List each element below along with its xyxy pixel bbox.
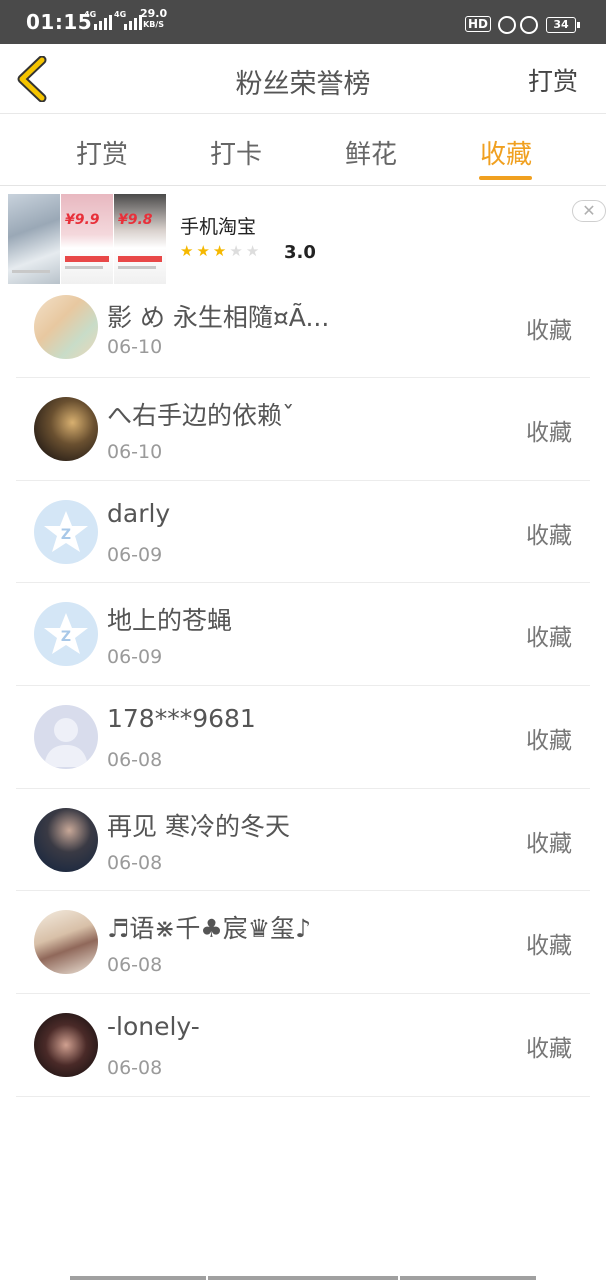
ad-banner[interactable]: ¥9.9 ¥9.8 手机淘宝 ★★★★★ 3.0 ✕: [0, 186, 606, 284]
status-time: 01:15: [26, 10, 93, 34]
svg-text:Z: Z: [61, 527, 71, 543]
qq-star-icon: Z: [44, 510, 88, 552]
list-item[interactable]: 再见 寒冷的冬天 06-08 收藏: [16, 789, 590, 892]
star-icon: ★: [196, 242, 213, 260]
avatar[interactable]: [34, 1012, 98, 1077]
tab-checkin[interactable]: 打卡: [210, 134, 262, 171]
qq-star-icon: Z: [44, 613, 88, 655]
item-action-label: 收藏: [526, 1035, 572, 1062]
ad-close-button[interactable]: ✕: [572, 200, 606, 222]
avatar[interactable]: Z: [34, 499, 98, 564]
list-item[interactable]: 影 め 永生相隨¤Ã... 06-10 收藏: [16, 284, 590, 378]
ad-thumbnail-3: ¥9.8: [114, 194, 166, 284]
reward-button[interactable]: 打赏: [528, 62, 578, 98]
avatar[interactable]: [34, 294, 98, 359]
tab-flowers[interactable]: 鲜花: [345, 134, 397, 171]
item-date: 06-09: [107, 646, 163, 669]
avatar[interactable]: Z: [34, 602, 98, 667]
favorites-list: 影 め 永生相隨¤Ã... 06-10 收藏 へ右手边的依赖ˇ 06-10 收藏…: [0, 284, 606, 1097]
user-name: darly: [107, 498, 171, 528]
network-speed: 29.0 KB/S: [140, 7, 168, 29]
item-action-label: 收藏: [526, 419, 572, 446]
status-bar: 01:15 4G 4G 29.0 KB/S HD 34: [0, 0, 606, 44]
hd-icon: HD: [465, 16, 492, 32]
item-action-label: 收藏: [526, 625, 572, 652]
user-name: 地上的苍蝇: [107, 606, 233, 636]
item-action-label: 收藏: [526, 522, 572, 549]
ad-price-2: ¥9.8: [118, 212, 153, 228]
item-date: 06-10: [107, 336, 163, 358]
svg-text:Z: Z: [61, 629, 71, 645]
list-item[interactable]: Z 地上的苍蝇 06-09 收藏: [16, 583, 590, 687]
user-name: 影 め 永生相隨¤Ã...: [107, 303, 330, 332]
alarm-icon: [520, 16, 538, 34]
item-date: 06-08: [107, 954, 163, 977]
user-name: 178***9681: [107, 704, 256, 734]
item-action-label: 收藏: [526, 727, 572, 754]
default-user-icon: [44, 717, 88, 767]
list-item[interactable]: Z darly 06-09 收藏: [16, 481, 590, 584]
ad-thumbnail-2: ¥9.9: [61, 194, 113, 284]
user-name: へ右手边的依赖ˇ: [107, 401, 295, 430]
top-header: 粉丝荣誉榜 打赏: [0, 44, 606, 114]
user-name: -lonely-: [107, 1012, 200, 1042]
tab-reward[interactable]: 打赏: [76, 134, 128, 171]
ad-app-name: 手机淘宝: [180, 216, 257, 238]
list-item[interactable]: -lonely- 06-08 收藏: [16, 994, 590, 1097]
item-action-label: 收藏: [526, 830, 572, 857]
user-name: ♬语⋇千♣宸♛玺♪: [107, 914, 312, 944]
user-name: 再见 寒冷的冬天: [107, 811, 290, 841]
list-item[interactable]: へ右手边的依赖ˇ 06-10 收藏: [16, 378, 590, 481]
item-action-label: 收藏: [526, 317, 572, 344]
ad-star-rating: ★★★★★: [180, 242, 262, 260]
bottom-nav-hint: [70, 1276, 536, 1280]
star-empty-icon: ★: [245, 242, 263, 260]
item-date: 06-08: [107, 749, 163, 772]
ad-rating-value: 3.0: [284, 242, 316, 263]
avatar[interactable]: [34, 910, 98, 975]
list-item[interactable]: ♬语⋇千♣宸♛玺♪ 06-08 收藏: [16, 891, 590, 995]
battery-icon: 34: [546, 17, 580, 33]
item-action-label: 收藏: [526, 933, 572, 960]
list-item[interactable]: 178***9681 06-08 收藏: [16, 686, 590, 789]
ad-price-1: ¥9.9: [65, 212, 100, 228]
lock-rotation-icon: [498, 16, 516, 34]
tab-bar: 打赏 打卡 鲜花 收藏: [0, 114, 606, 186]
active-tab-indicator: [479, 176, 532, 180]
page-title: 粉丝荣誉榜: [235, 69, 371, 100]
ad-thumbnail-1: [8, 194, 60, 284]
tab-favorites[interactable]: 收藏: [480, 134, 532, 171]
star-empty-icon: ★: [229, 242, 246, 260]
star-icon: ★: [180, 242, 197, 260]
item-date: 06-09: [107, 543, 163, 566]
item-date: 06-08: [107, 1057, 163, 1080]
item-date: 06-08: [107, 851, 163, 874]
avatar[interactable]: [34, 807, 98, 872]
star-icon: ★: [212, 242, 230, 260]
avatar[interactable]: [34, 396, 98, 461]
item-date: 06-10: [107, 441, 163, 463]
avatar[interactable]: [34, 704, 98, 769]
